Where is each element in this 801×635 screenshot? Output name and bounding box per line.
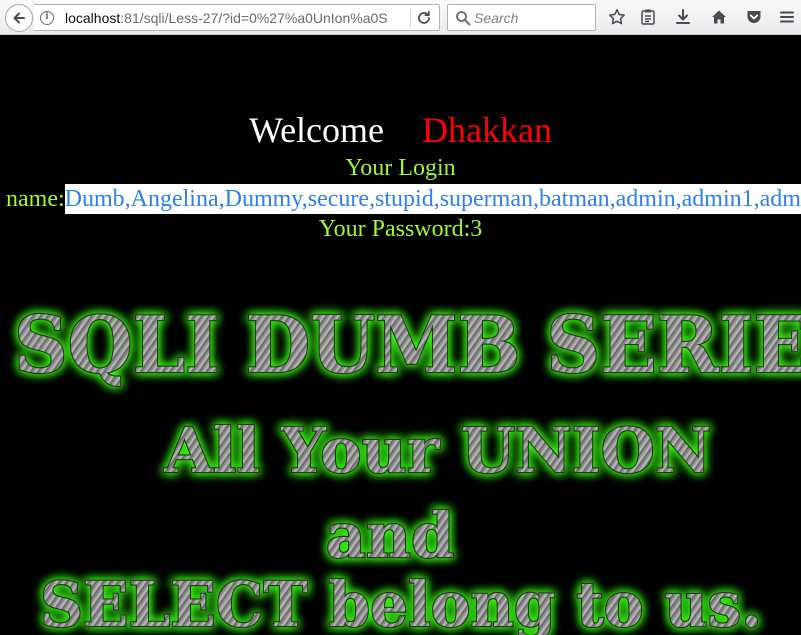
url-path: :81/sqli/Less-27/?id=0%27%a0UnIon%a0S [120,10,388,26]
url-host: localhost [65,10,121,26]
url-divider [410,9,411,27]
page-content: Welcome Dhakkan Your Login name:Dumb,Ange… [0,36,801,635]
login-label: Your Login [345,155,456,181]
back-button[interactable] [5,4,33,32]
welcome-word: Welcome [248,110,385,150]
banner-line-3: and [326,499,455,572]
welcome-username: Dhakkan [422,110,552,150]
pocket-icon [747,11,761,24]
banner-line-1: SQLI DUMB SERIES [14,300,801,391]
url-bar[interactable]: i localhost:81/sqli/Less-27/?id=0%27%a0U… [34,4,440,31]
home-icon [712,10,726,24]
downloads-button[interactable] [672,6,694,28]
banner-line-2: All Your UNION [164,414,712,487]
search-input[interactable] [474,9,592,27]
search-bar[interactable] [447,4,596,31]
reading-list-button[interactable] [637,6,659,28]
reload-icon[interactable] [415,9,433,27]
browser-toolbar: i localhost:81/sqli/Less-27/?id=0%27%a0U… [0,0,801,35]
name-value-highlighted: Dumb,Angelina,Dummy,secure,stupid,superm… [64,184,801,214]
banner-line-4: SELECT belong to us. [40,568,762,635]
password-line: Your Password:3 [318,216,483,242]
star-icon [609,9,625,25]
site-info-icon[interactable]: i [40,11,54,25]
home-button[interactable] [708,6,730,28]
back-arrow-icon [13,12,25,24]
pocket-button[interactable] [743,6,765,28]
name-prefix: name: [6,186,65,212]
login-name-line: name:Dumb,Angelina,Dummy,secure,stupid,s… [6,184,801,214]
sqli-banner-image: SQLI DUMB SERIES All Your UNION and SELE… [13,299,801,635]
hamburger-menu-icon [780,11,794,23]
url-text[interactable]: localhost:81/sqli/Less-27/?id=0%27%a0UnI… [65,10,407,27]
bookmark-star-button[interactable] [606,6,628,28]
menu-button[interactable] [776,6,798,28]
clipboard-icon [641,9,655,25]
download-arrow-icon [676,9,690,24]
welcome-heading: Welcome Dhakkan [0,108,801,152]
search-icon [456,11,471,26]
